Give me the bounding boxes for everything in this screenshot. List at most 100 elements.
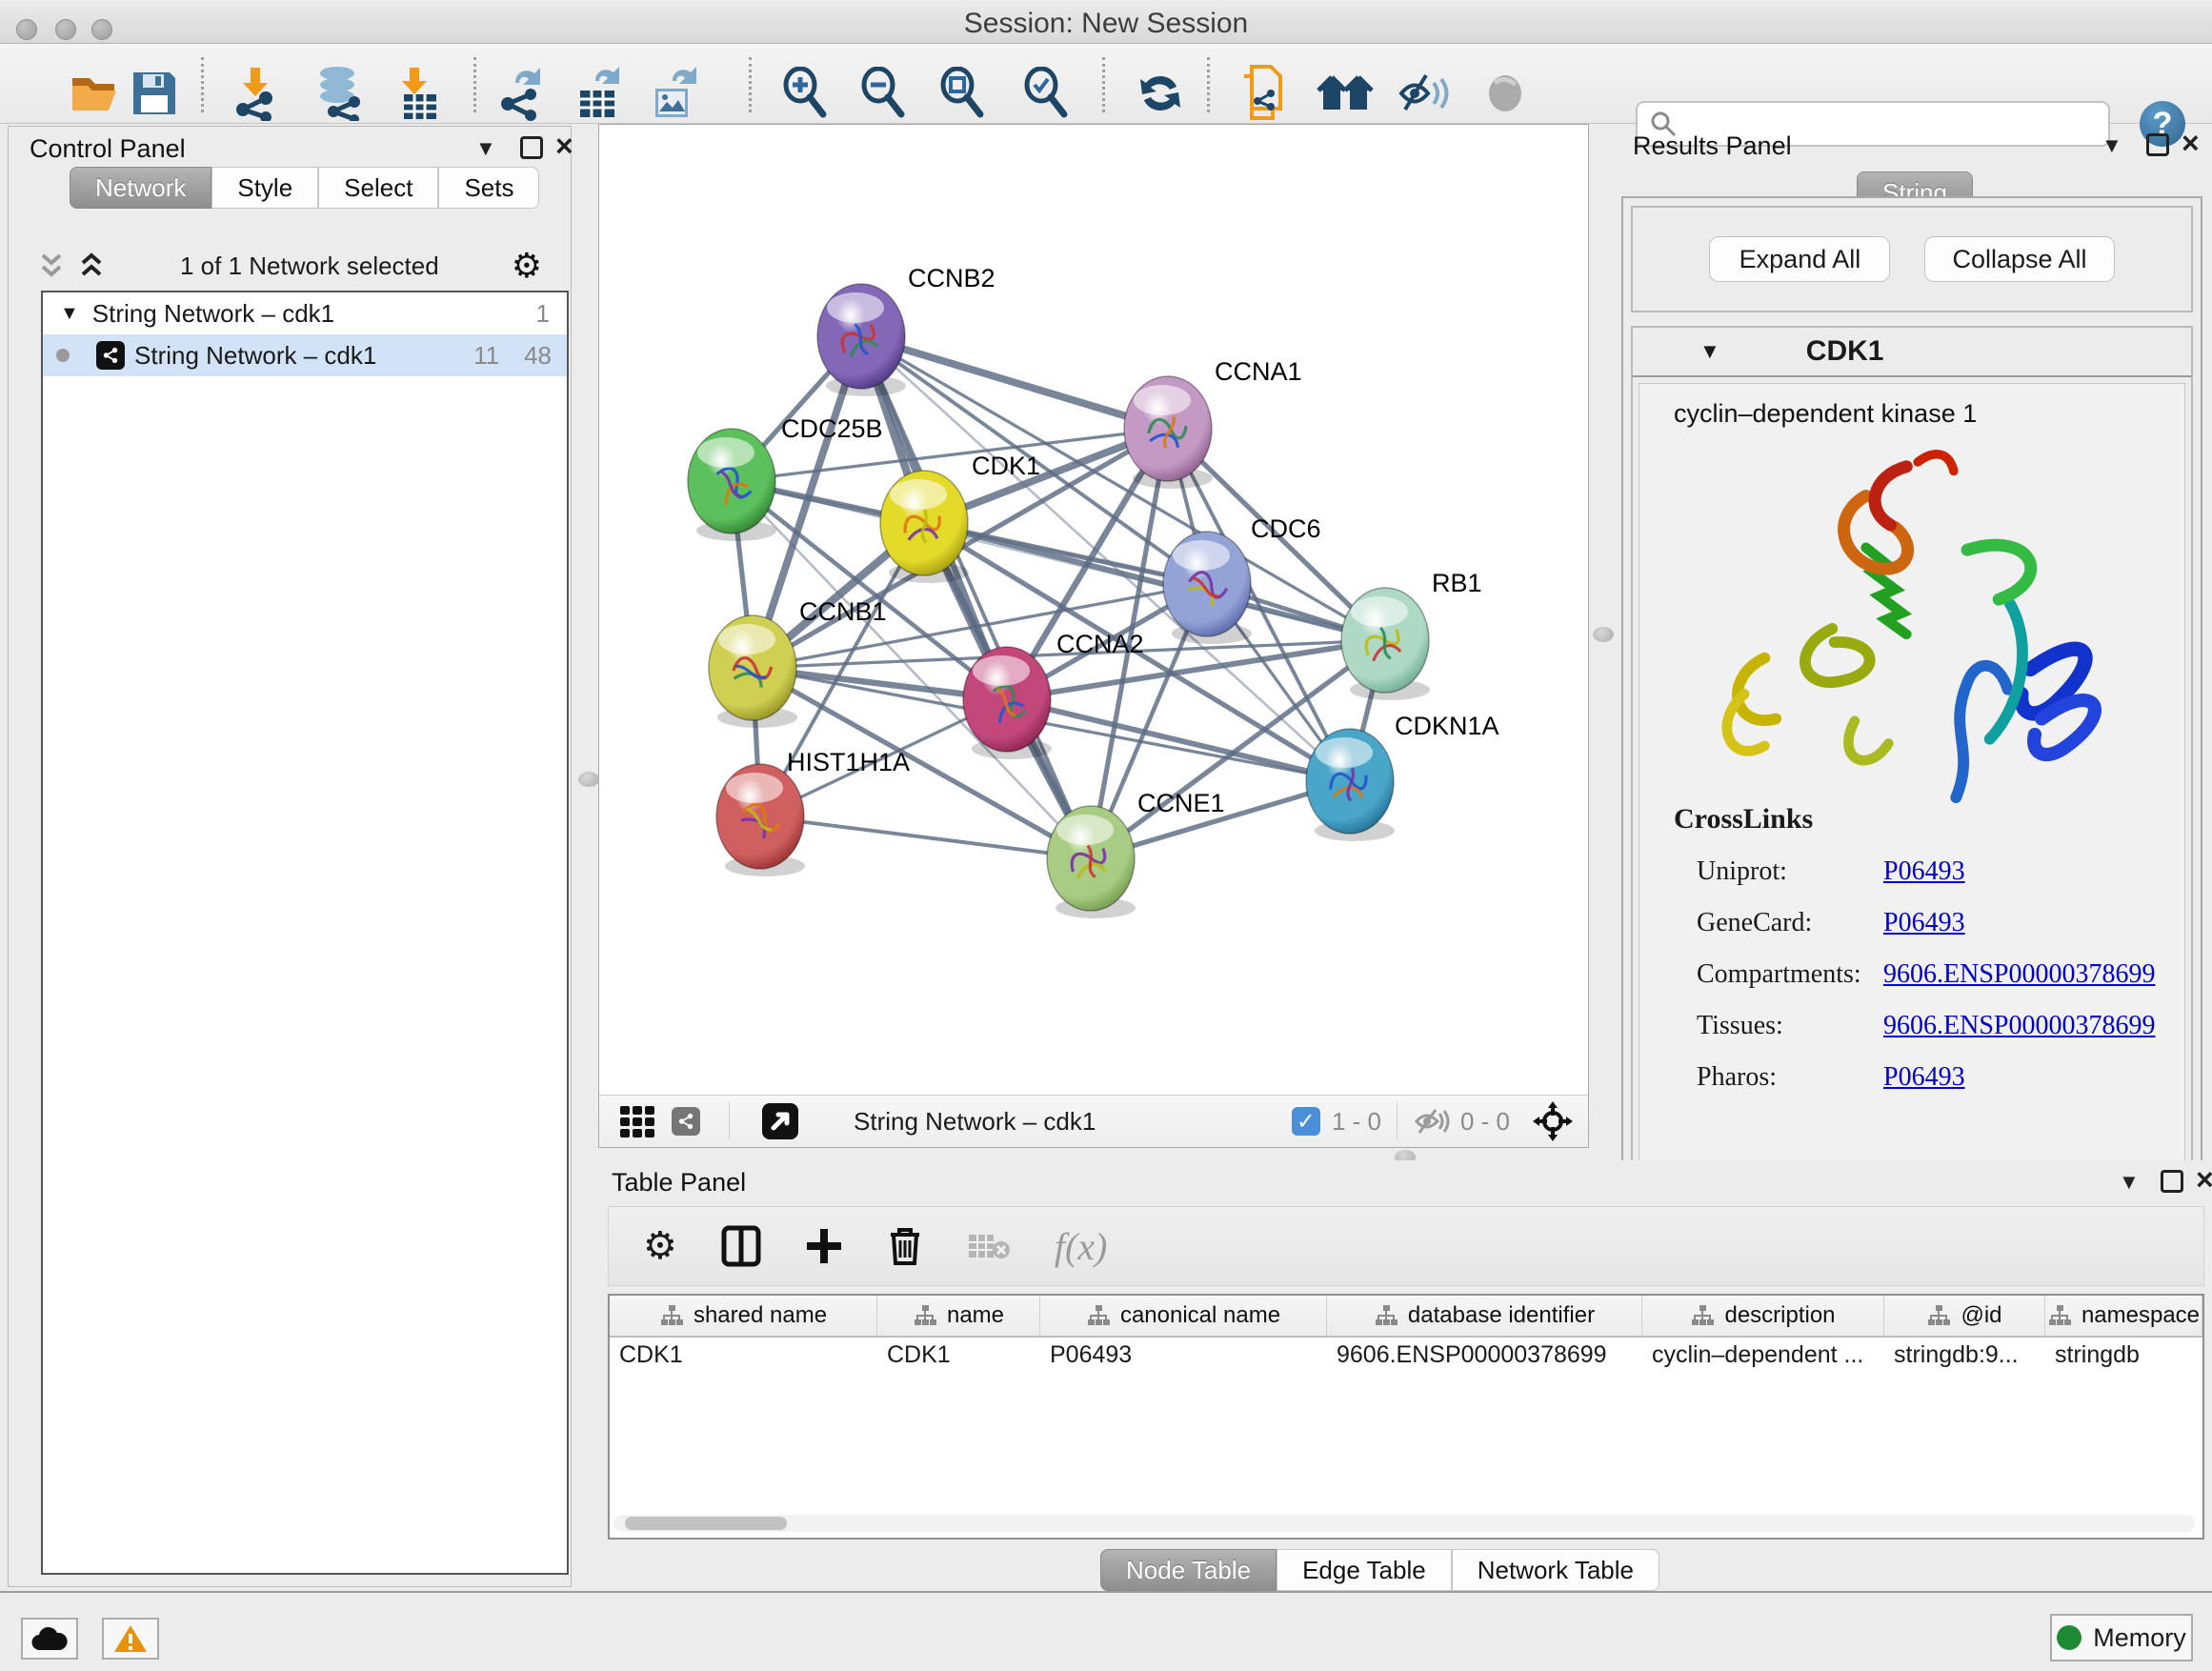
hide-unhide-icon[interactable]	[1395, 65, 1456, 122]
add-column-icon[interactable]	[805, 1227, 843, 1265]
cloud-status-button[interactable]	[21, 1618, 78, 1660]
network-node-rb1[interactable]: RB1	[1341, 569, 1482, 700]
network-node-ccne1[interactable]: CCNE1	[1047, 789, 1225, 918]
function-builder-icon[interactable]: f(x)	[1055, 1224, 1108, 1269]
column-header-databaseidentifier[interactable]: database identifier	[1327, 1296, 1642, 1336]
expand-all-icon[interactable]	[75, 250, 108, 282]
table-tabs: Node TableEdge TableNetwork Table	[1100, 1549, 1659, 1591]
warning-status-button[interactable]	[102, 1618, 159, 1660]
memory-status-dot-icon	[2057, 1625, 2081, 1650]
network-collection-row[interactable]: ▼ String Network – cdk1 1	[43, 292, 567, 334]
horizontal-scrollbar[interactable]	[613, 1515, 2195, 1532]
network-row-label: String Network – cdk1	[134, 341, 473, 371]
network-node-cdc6[interactable]: CDC6	[1163, 514, 1321, 644]
delete-column-icon[interactable]	[887, 1225, 923, 1267]
zoom-fit-icon[interactable]	[932, 65, 993, 122]
float-panel-icon[interactable]: ▼	[2101, 133, 2122, 158]
import-database-icon[interactable]	[310, 65, 371, 122]
crosslink-value-link[interactable]: P06493	[1883, 1062, 1965, 1093]
zoom-selected-icon[interactable]	[1016, 65, 1076, 122]
hidden-eye-icon[interactable]	[1413, 1106, 1451, 1137]
column-header-namespace[interactable]: namespace	[2045, 1296, 2202, 1336]
column-header-description[interactable]: description	[1642, 1296, 1884, 1336]
column-header-id[interactable]: @id	[1884, 1296, 2045, 1336]
expand-all-button[interactable]: Expand All	[1709, 236, 1890, 282]
tab-select[interactable]: Select	[318, 167, 438, 209]
gear-icon[interactable]: ⚙	[512, 249, 542, 283]
selected-checkbox-icon[interactable]: ✓	[1292, 1107, 1320, 1136]
tab-sets[interactable]: Sets	[438, 167, 539, 209]
network-edge[interactable]	[861, 336, 1091, 858]
table-row[interactable]: CDK1CDK1P064939606.ENSP00000378699cyclin…	[610, 1338, 2202, 1372]
delete-table-icon[interactable]	[967, 1231, 1011, 1261]
column-type-icon	[1374, 1303, 1398, 1328]
crosslink-row: Pharos:P06493	[1674, 1062, 2155, 1093]
import-table-icon[interactable]	[386, 65, 447, 122]
string-homes-icon[interactable]	[1316, 65, 1377, 122]
table-cell[interactable]: CDK1	[877, 1338, 1040, 1372]
tab-network[interactable]: Network	[70, 167, 211, 209]
crosslink-value-link[interactable]: P06493	[1883, 908, 1965, 938]
open-session-icon[interactable]	[65, 65, 126, 122]
table-settings-gear-icon[interactable]: ⚙	[643, 1224, 677, 1268]
collapse-all-button[interactable]: Collapse All	[1924, 236, 2114, 282]
control-panel: Control Panel ▼ × NetworkStyleSelectSets…	[8, 126, 572, 1587]
warning-icon	[113, 1623, 148, 1654]
network-overview-icon[interactable]	[672, 1107, 700, 1136]
collapse-all-icon[interactable]	[35, 250, 68, 282]
column-header-canonicalname[interactable]: canonical name	[1040, 1296, 1327, 1336]
table-cell[interactable]: stringdb	[2045, 1338, 2202, 1372]
column-header-sharedname[interactable]: shared name	[610, 1296, 877, 1336]
export-image-icon[interactable]	[644, 65, 705, 122]
close-panel-icon[interactable]: ×	[2182, 131, 2200, 154]
maximize-panel-icon[interactable]	[2161, 1170, 2183, 1193]
right-splitter-handle[interactable]	[1593, 627, 1614, 642]
tab-edge-table[interactable]: Edge Table	[1277, 1549, 1452, 1591]
crosslink-value-link[interactable]: 9606.ENSP00000378699	[1883, 959, 2155, 990]
column-header-name[interactable]: name	[877, 1296, 1040, 1336]
network-node-hist1h1a[interactable]: HIST1H1A	[716, 748, 910, 876]
network-canvas[interactable]: CCNB2CCNA1CDC25BCDK1CDC6RB1CCNB1CCNA2CDK…	[599, 125, 1588, 1095]
export-network-icon[interactable]	[491, 65, 552, 122]
export-table-icon[interactable]	[569, 65, 630, 122]
table-cell[interactable]: cyclin–dependent ...	[1642, 1338, 1884, 1372]
detach-view-icon[interactable]	[762, 1103, 798, 1139]
table-cell[interactable]: stringdb:9...	[1884, 1338, 2045, 1372]
tab-network-table[interactable]: Network Table	[1452, 1549, 1659, 1591]
collapse-triangle-icon[interactable]: ▼	[60, 303, 79, 325]
save-session-icon[interactable]	[124, 65, 185, 122]
close-panel-icon[interactable]: ×	[2196, 1168, 2212, 1191]
grid-view-icon[interactable]	[620, 1106, 654, 1137]
pan-crosshair-icon[interactable]	[1531, 1099, 1575, 1143]
node-label: CDK1	[972, 452, 1040, 480]
network-node-cdkn1a[interactable]: CDKN1A	[1306, 712, 1499, 841]
network-node-ccna1[interactable]: CCNA1	[1124, 357, 1302, 489]
scrollbar-thumb[interactable]	[625, 1517, 787, 1530]
table-cell[interactable]: CDK1	[610, 1338, 877, 1372]
zoom-out-icon[interactable]	[853, 65, 914, 122]
left-splitter-handle[interactable]	[578, 772, 599, 787]
show-columns-icon[interactable]	[721, 1225, 761, 1267]
float-panel-icon[interactable]: ▼	[475, 136, 496, 161]
crosslink-value-link[interactable]: 9606.ENSP00000378699	[1883, 1011, 2155, 1041]
table-cell[interactable]: P06493	[1040, 1338, 1327, 1372]
network-edge[interactable]	[861, 336, 1168, 429]
float-panel-icon[interactable]: ▼	[2119, 1170, 2140, 1195]
memory-button[interactable]: Memory	[2050, 1614, 2193, 1661]
crosslink-value-link[interactable]: P06493	[1883, 856, 1965, 887]
eye-disabled-icon[interactable]	[1475, 65, 1536, 122]
refresh-layout-icon[interactable]	[1130, 65, 1191, 122]
table-cell[interactable]: 9606.ENSP00000378699	[1327, 1338, 1642, 1372]
collapse-section-icon[interactable]: ▼	[1699, 339, 1720, 364]
maximize-panel-icon[interactable]	[520, 136, 543, 159]
string-document-icon[interactable]	[1234, 65, 1295, 122]
maximize-panel-icon[interactable]	[2146, 133, 2169, 156]
crosslink-row: Tissues:9606.ENSP00000378699	[1674, 1011, 2155, 1041]
network-row[interactable]: String Network – cdk1 11 48	[43, 334, 567, 376]
tab-node-table[interactable]: Node Table	[1100, 1549, 1277, 1591]
network-edge[interactable]	[760, 816, 1091, 858]
tab-style[interactable]: Style	[211, 167, 318, 209]
zoom-in-icon[interactable]	[774, 65, 835, 122]
import-network-icon[interactable]	[224, 65, 285, 122]
close-panel-icon[interactable]: ×	[555, 134, 573, 157]
